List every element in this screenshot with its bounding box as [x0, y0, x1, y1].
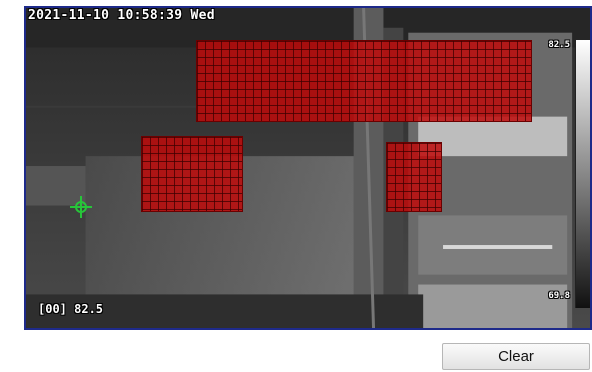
temperature-color-scale [575, 40, 590, 308]
detection-region-left[interactable] [141, 136, 243, 212]
crosshair-target-icon [70, 196, 92, 218]
temperature-readout: [00] 82.5 [38, 302, 104, 316]
thermal-video-viewer[interactable]: 2021-11-10 10:58:39 Wed 82.5 69.8 [00] 8… [24, 6, 592, 330]
video-timestamp: 2021-11-10 10:58:39 Wed [28, 8, 215, 23]
clear-button[interactable]: Clear [442, 343, 590, 370]
detection-region-right[interactable] [386, 142, 442, 212]
detection-region-top[interactable] [196, 40, 532, 122]
scale-max-label: 82.5 [548, 40, 570, 50]
scale-min-label: 69.8 [548, 291, 570, 301]
